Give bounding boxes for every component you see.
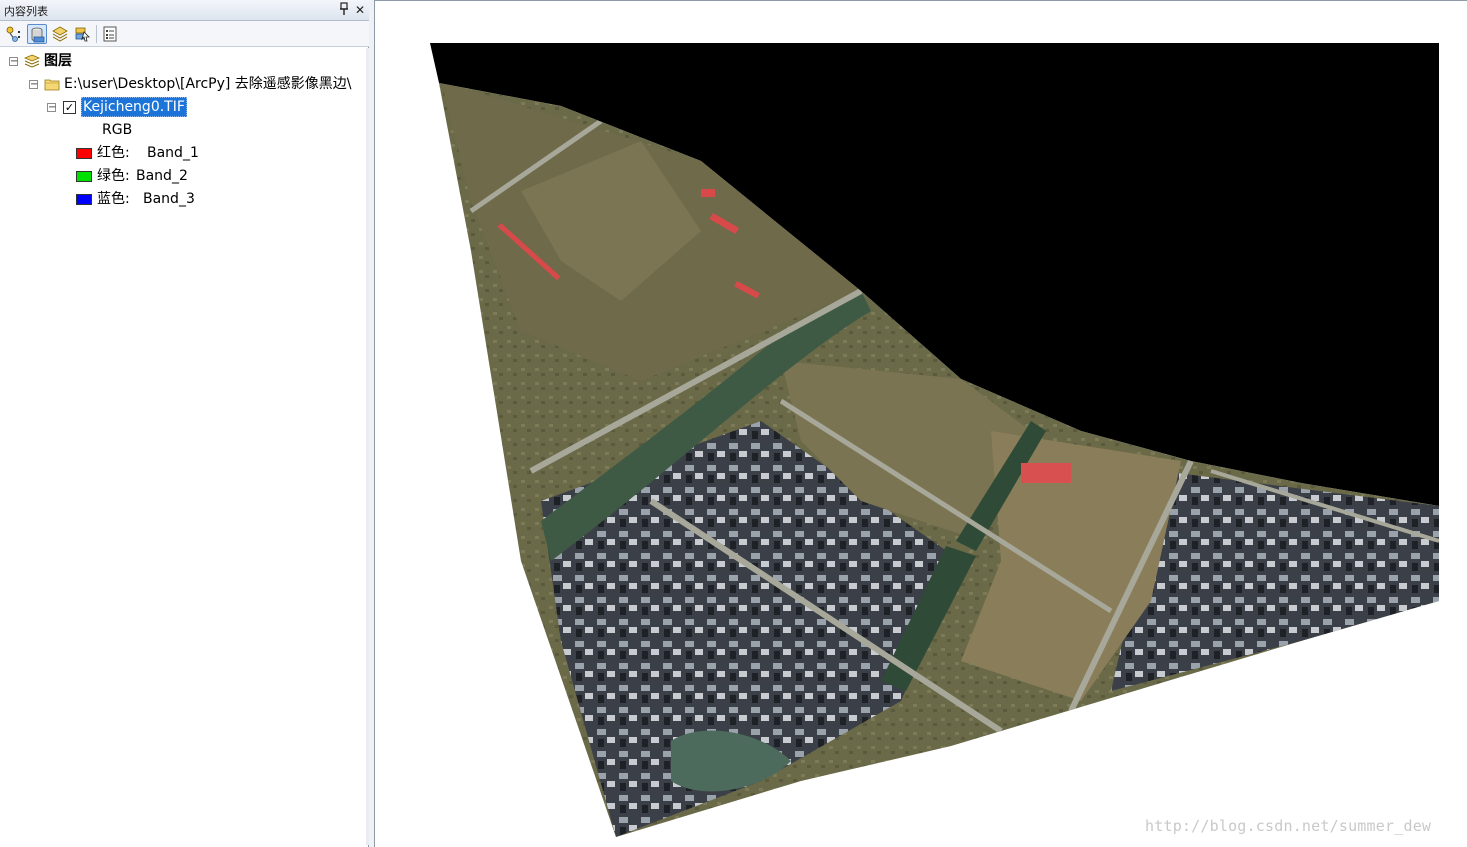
tree-row-band-red[interactable]: 红色: Band_1 — [0, 142, 366, 164]
red-band-swatch[interactable] — [76, 148, 92, 159]
tree-row-layers-root[interactable]: − 图层 — [0, 50, 366, 72]
watermark-text: http://blog.csdn.net/summer_dew — [1145, 817, 1432, 835]
tree-row-raster-layer[interactable]: − ✓ Kejicheng0.TIF — [0, 96, 366, 118]
pin-icon-graphic — [340, 2, 348, 15]
band-prefix: 蓝色: — [97, 191, 130, 207]
expand-collapse-icon[interactable]: − — [47, 103, 56, 113]
band-name: Band_3 — [143, 191, 195, 207]
panel-title: 内容列表 — [4, 5, 48, 18]
toolbar-separator — [96, 25, 97, 43]
band-prefix: 绿色: — [97, 168, 130, 184]
raster-layer-label[interactable]: Kejicheng0.TIF — [81, 97, 187, 117]
panel-scroll-rail — [366, 48, 369, 845]
band-name: Band_2 — [136, 168, 188, 184]
table-of-contents-panel: 内容列表 ✕ − 图层 − E:\user\Desktop\[ArcPy] 去除… — [0, 0, 369, 847]
folder-icon — [44, 76, 60, 95]
list-by-visibility-button[interactable] — [50, 24, 70, 44]
layers-root-label: 图层 — [44, 53, 72, 69]
selection-list-icon — [75, 27, 90, 42]
list-by-drawing-order-button[interactable] — [4, 24, 24, 44]
pin-icon[interactable] — [336, 2, 352, 18]
list-by-source-button[interactable] — [27, 24, 47, 44]
layer-stack-icon — [52, 26, 68, 42]
renderer-label: RGB — [102, 122, 133, 138]
toc-toolbar — [0, 21, 369, 47]
tree-row-band-green[interactable]: 绿色: Band_2 — [0, 165, 366, 187]
tree-row-band-blue[interactable]: 蓝色: Band_3 — [0, 188, 366, 210]
blue-band-swatch[interactable] — [76, 194, 92, 205]
tree-row-renderer: RGB — [0, 119, 366, 141]
source-path-label: E:\user\Desktop\[ArcPy] 去除遥感影像黑边\ — [64, 76, 352, 92]
list-by-selection-button[interactable] — [72, 24, 92, 44]
expand-collapse-icon[interactable]: − — [29, 80, 38, 90]
tree-row-source-folder[interactable]: − E:\user\Desktop\[ArcPy] 去除遥感影像黑边\ — [0, 73, 366, 95]
band-prefix: 红色: — [97, 145, 130, 161]
raster-image-canvas — [430, 43, 1439, 837]
map-view[interactable] — [374, 0, 1467, 847]
close-icon[interactable]: ✕ — [352, 2, 368, 18]
layer-tree: − 图层 − E:\user\Desktop\[ArcPy] 去除遥感影像黑边\… — [0, 48, 366, 845]
database-source-icon — [31, 27, 45, 43]
expand-collapse-icon[interactable]: − — [9, 57, 18, 67]
arcmap-window: 内容列表 ✕ − 图层 − E:\user\Desktop\[ArcPy] 去除… — [0, 0, 1467, 847]
layer-visibility-checkbox[interactable]: ✓ — [63, 101, 76, 114]
options-list-icon — [103, 26, 117, 42]
band-name: Band_1 — [147, 145, 199, 161]
layers-drawing-order-icon — [6, 26, 20, 42]
options-button[interactable] — [100, 24, 120, 44]
green-band-swatch[interactable] — [76, 171, 92, 182]
panel-titlebar[interactable]: 内容列表 ✕ — [0, 0, 369, 21]
